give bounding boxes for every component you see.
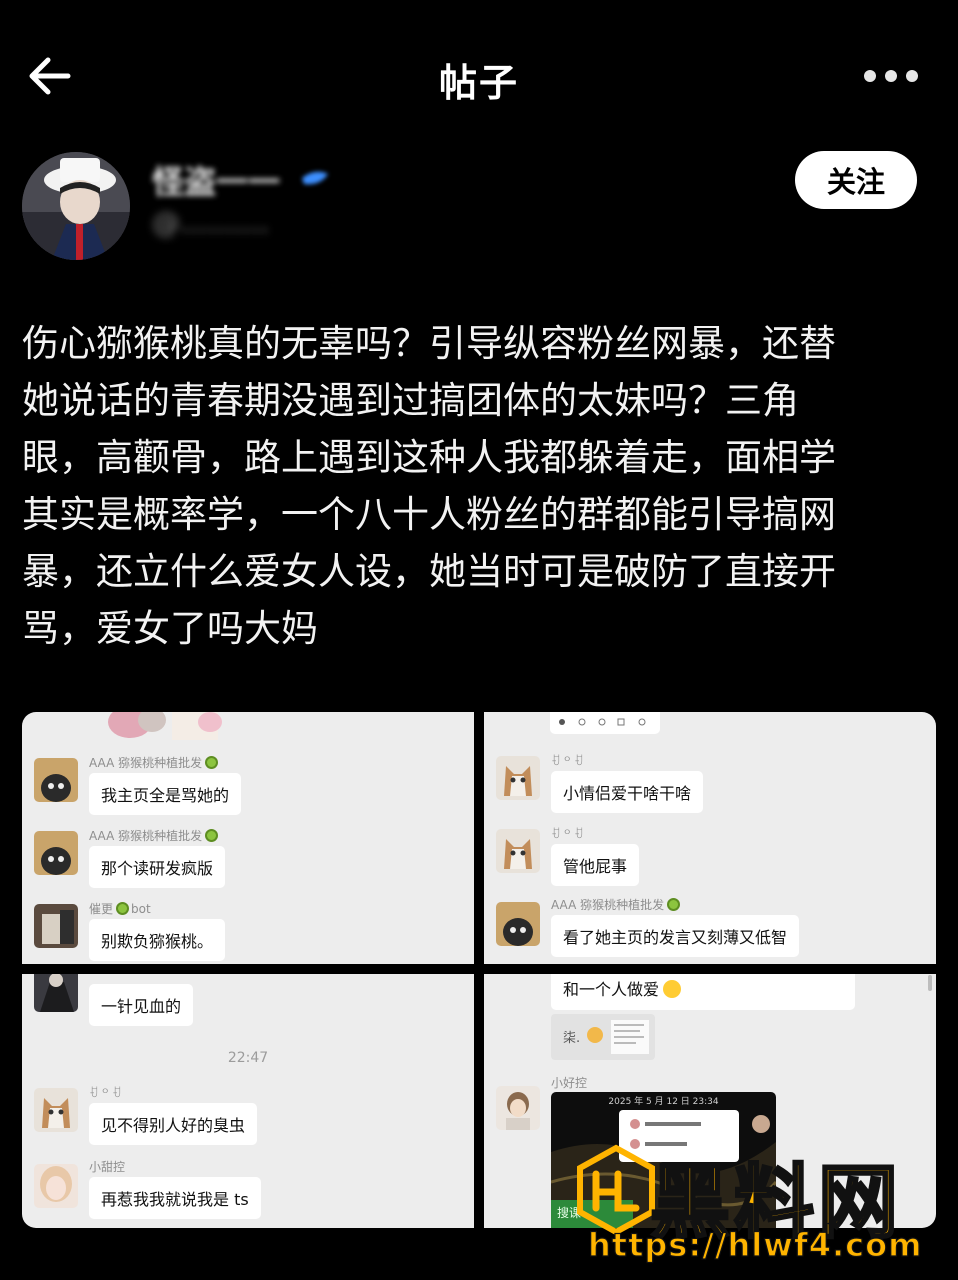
image-scrollbar[interactable] — [928, 975, 932, 991]
avatar-image — [22, 152, 130, 260]
sender-name: 催更 bot — [89, 902, 151, 916]
cat-emoji-icon — [587, 1027, 603, 1043]
author-name[interactable]: 怪盗一一 — [152, 157, 280, 203]
sender-avatar — [496, 1086, 540, 1130]
sender-avatar — [34, 758, 78, 802]
more-dot — [906, 70, 918, 82]
post-line: 眼，高颧骨，路上遇到这种人我都躲着走，面相学 — [22, 436, 836, 479]
sender-avatar — [34, 831, 78, 875]
watermark: 黑料网 https://hlwf4.com — [568, 1140, 948, 1280]
chat-bubble: 再惹我我就说我是 ts — [89, 1177, 261, 1219]
video-timestamp: 2025 年 5 月 12 日 23:34 — [608, 1097, 719, 1107]
post-line: 其实是概率学，一个八十人粉丝的群都能引导搞网 — [22, 493, 836, 536]
chat-message: AAA 猕猴桃种植批发 看了她主页的发言又刻薄又低智 — [484, 896, 936, 964]
page-title: 帖子 — [438, 61, 519, 105]
quoted-message: 柒. — [551, 1014, 655, 1060]
sender-name: AAA 猕猴桃种植批发 — [551, 896, 681, 913]
sender-avatar — [34, 974, 78, 1012]
sender-name: 小好控 — [551, 1076, 588, 1090]
author-avatar[interactable] — [22, 152, 130, 260]
kiwi-emoji-icon — [116, 902, 130, 915]
sender-name: AAA 猕猴桃种植批发 — [89, 827, 219, 844]
chat-bubble: 看了她主页的发言又刻薄又低智 — [551, 915, 800, 957]
post-image-1[interactable]: AAA 猕猴桃种植批发 我主页全是骂她的 AAA 猕猴桃种植批发 那个读研发疯版… — [22, 712, 474, 964]
author-handle: @.......... — [152, 206, 270, 239]
chat-bubble: 别欺负猕猴桃。 — [89, 919, 226, 961]
chat-bubble: 和一个人做爱 — [551, 974, 855, 1010]
more-options-button[interactable] — [864, 70, 918, 82]
post-image-2[interactable]: ꀀ ᴼ ꀀ 小情侣爱干啥干啥 ꀀ ᴼ ꀀ 管他屁事 AAA 猕猴桃种植批发 看了… — [484, 712, 936, 964]
chat-bubble: 管他屁事 — [551, 844, 640, 886]
sender-avatar — [34, 1164, 78, 1208]
sender-name: 小甜控 — [89, 1160, 126, 1174]
kiwi-emoji-icon — [205, 756, 219, 769]
sender-avatar — [496, 756, 540, 800]
post-body: 伤心猕猴桃真的无辜吗？引导纵容粉丝网暴，还替 她说话的青春期没遇到过搞团体的太妹… — [22, 315, 940, 657]
chat-message: 催更 bot 别欺负猕猴桃。 — [22, 898, 474, 964]
more-dot — [864, 70, 876, 82]
image-strip — [550, 712, 660, 734]
chat-timestamp: 22:47 — [227, 1050, 269, 1066]
chat-message: 小甜控 再惹我我就说我是 ts — [22, 1158, 474, 1228]
more-dot — [885, 70, 897, 82]
chat-bubble: 见不得别人好的臭虫 — [89, 1103, 258, 1145]
sender-avatar — [496, 829, 540, 873]
chat-bubble: 小情侣爱干啥干啥 — [551, 771, 704, 813]
kiwi-emoji-icon — [205, 829, 219, 842]
chat-bubble: 我主页全是骂她的 — [89, 773, 242, 815]
cropped-image-strip — [108, 712, 222, 740]
quoted-thumbnail — [611, 1020, 649, 1054]
emoji-icon — [663, 980, 682, 998]
post-line: 伤心猕猴桃真的无辜吗？引导纵容粉丝网暴，还替 — [22, 322, 836, 365]
sender-name: AAA 猕猴桃种植批发 — [89, 754, 219, 771]
watermark-url: https://hlwf4.com — [587, 1225, 923, 1264]
chat-message: AAA 猕猴桃种植批发 那个读研发疯版 — [22, 825, 474, 895]
toolbar-icons — [559, 718, 646, 726]
chat-bubble: 那个读研发疯版 — [89, 846, 226, 888]
sender-avatar — [34, 1088, 78, 1132]
sender-name: ꀀ ᴼ ꀀ — [551, 827, 584, 841]
post-line: 骂，爱女了吗大妈 — [22, 607, 318, 650]
chat-message: AAA 猕猴桃种植批发 我主页全是骂她的 — [22, 752, 474, 822]
chat-message: ꀀ ᴼ ꀀ 小情侣爱干啥干啥 — [484, 752, 936, 822]
kiwi-emoji-icon — [667, 898, 681, 911]
verified-badge-icon — [302, 171, 328, 185]
chat-bubble: 一针见血的 — [89, 984, 194, 1026]
sender-avatar — [34, 904, 78, 948]
sender-name: ꀀ ᴼ ꀀ — [551, 754, 584, 768]
post-line: 暴，还立什么爱女人设，她当时可是破防了直接开 — [22, 550, 836, 593]
quote-label: 柒. — [563, 1031, 581, 1046]
chat-message: ꀀ ᴼ ꀀ 管他屁事 — [484, 825, 936, 895]
watermark-logo-icon — [577, 1144, 655, 1236]
top-bar: 帖子 — [0, 0, 958, 132]
follow-button[interactable]: 关注 — [795, 151, 917, 209]
sender-name: ꀀ ᴼ ꀀ — [89, 1086, 122, 1100]
chat-message: 一针见血的 — [22, 974, 474, 1034]
post-line: 她说话的青春期没遇到过搞团体的太妹吗？三角 — [22, 379, 799, 422]
sender-avatar — [496, 902, 540, 946]
post-image-3[interactable]: 一针见血的 22:47 ꀀ ᴼ ꀀ 见不得别人好的臭虫 小甜控 再惹我我就说我是… — [22, 974, 474, 1228]
chat-message: ꀀ ᴼ ꀀ 见不得别人好的臭虫 — [22, 1084, 474, 1154]
